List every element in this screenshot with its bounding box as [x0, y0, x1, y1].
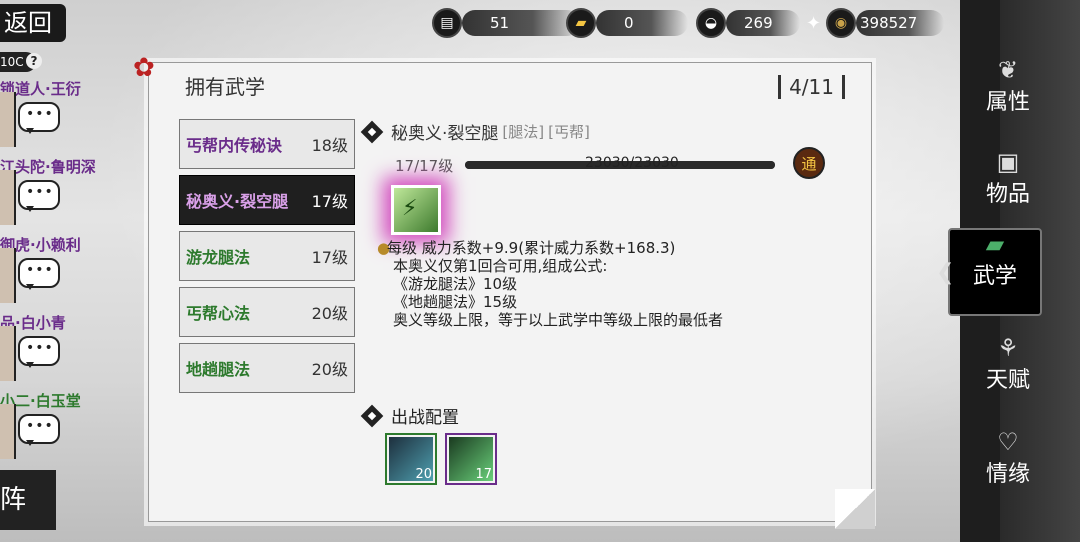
chat-bubble-icon[interactable] [18, 414, 60, 446]
currency-coin: ◉ 398527 [826, 8, 944, 38]
avatar[interactable] [0, 92, 16, 147]
diamond-icon [361, 405, 383, 427]
nav-label: 武学 [972, 264, 1017, 289]
detail-tag-type: [腿法] [502, 123, 545, 141]
desc-line: 《地趟腿法》15级 [393, 293, 518, 311]
knot-icon: ✿ [133, 53, 155, 83]
skill-item[interactable]: 游龙腿法 17级 [179, 231, 355, 281]
mastery-badge[interactable]: 通 [793, 147, 825, 179]
chat-bubble-icon[interactable] [18, 180, 60, 212]
desc-line: 《游龙腿法》10级 [393, 275, 518, 293]
skill-name: 游龙腿法 [186, 248, 251, 267]
level-text: 17/17级 [395, 157, 454, 175]
nav-label: 天赋 [985, 368, 1030, 393]
nav-talent[interactable]: ⚘ 天赋 [970, 334, 1046, 410]
nav-items[interactable]: ▣ 物品 [970, 148, 1046, 224]
character-sidebar: 锁道人·王衍 江头陀·鲁明深 御虎·小赖利 品·白小青 小二·白玉堂 [0, 70, 120, 470]
gold-bar-icon: ▰ [566, 8, 596, 38]
coin-icon: ◉ [826, 8, 856, 38]
silver-value: 269 [744, 14, 773, 32]
bamboo-value: 51 [490, 14, 510, 32]
gold-value: 0 [624, 14, 634, 32]
battle-slot[interactable]: 17 [445, 433, 497, 485]
exp-progress: 17/17级 23030/23030 通 [395, 147, 845, 179]
detail-title: 秘奥义·裂空腿 [腿法] [丐帮] [361, 119, 851, 144]
skill-item[interactable]: 丐帮心法 20级 [179, 287, 355, 337]
skill-count: 4/11 [778, 75, 845, 99]
skill-list: 丐帮内传秘诀 18级 秘奥义·裂空腿 17级 游龙腿法 17级 丐帮心法 20级… [179, 119, 355, 399]
branch-icon: ⚘ [997, 334, 1019, 362]
battle-config-title: 出战配置 [361, 403, 459, 428]
currency-bamboo: ▤ 51 [432, 8, 580, 38]
skill-name: 地趟腿法 [186, 360, 251, 379]
formation-button[interactable]: 阵 [0, 470, 56, 530]
skill-level: 20级 [311, 304, 348, 323]
silver-ingot-icon: ◒ [696, 8, 726, 38]
skill-level: 17级 [311, 248, 348, 267]
nav-label: 物品 [985, 182, 1030, 207]
skill-name: 丐帮心法 [186, 304, 251, 323]
page-fold-corner [835, 489, 875, 529]
battle-config-label: 出战配置 [391, 408, 459, 428]
desc-line: 每级 威力系数+9.9(累计威力系数+168.3) [387, 239, 676, 257]
nav-label: 情缘 [985, 462, 1030, 487]
nav-label: 属性 [985, 90, 1030, 115]
detail-tag-sect: [丐帮] [548, 123, 590, 141]
bamboo-icon: ▤ [432, 8, 462, 38]
skill-name: 秘奥义·裂空腿 [186, 192, 289, 211]
page-title: 拥有武学 [185, 75, 265, 99]
chat-bubble-icon[interactable] [18, 336, 60, 368]
slot-level: 20 [415, 467, 432, 482]
skill-level: 20级 [311, 360, 348, 379]
detail-skill-name: 秘奥义·裂空腿 [391, 124, 499, 144]
battle-slots: 20 17 [385, 433, 497, 485]
skill-level: 17级 [311, 192, 348, 211]
desc-line: 奥义等级上限，等于以上武学中等级上限的最低者 [393, 311, 724, 329]
slot-level: 17 [475, 467, 492, 482]
currency-silver: ◒ 269 ✦ [696, 8, 821, 38]
help-icon[interactable]: ? [26, 53, 42, 69]
exp-text: 23030/23030 [585, 155, 679, 171]
skill-level: 18级 [311, 136, 348, 155]
skill-name: 丐帮内传秘诀 [186, 136, 283, 155]
coin-value: 398527 [860, 14, 918, 32]
nav-attributes[interactable]: ❦ 属性 [970, 56, 1046, 132]
avatar[interactable] [0, 404, 16, 459]
box-icon: ▣ [996, 148, 1020, 176]
heart-icon: ♡ [997, 428, 1019, 456]
currency-gold: ▰ 0 ✦ [566, 8, 709, 38]
skill-description: ●每级 威力系数+9.9(累计威力系数+168.3) 本奥义仅第1回合可用,组成… [377, 239, 723, 329]
nav-martial-arts[interactable]: ❮ ▰ 武学 [936, 228, 1042, 316]
avatar[interactable] [0, 248, 16, 303]
chat-bubble-icon[interactable] [18, 258, 60, 290]
skill-item[interactable]: 丐帮内传秘诀 18级 [179, 119, 355, 169]
skill-icon[interactable]: ⚡ [391, 185, 441, 235]
battle-slot[interactable]: 20 [385, 433, 437, 485]
silver-add-icon[interactable]: ✦ [806, 13, 821, 34]
chat-bubble-icon[interactable] [18, 102, 60, 134]
avatar[interactable] [0, 170, 16, 225]
book-icon: ▰ [985, 230, 1005, 258]
avatar[interactable] [0, 326, 16, 381]
bullet-icon: ● [377, 239, 391, 257]
seal-icon: ❦ [997, 56, 1019, 84]
skill-item[interactable]: 地趟腿法 20级 [179, 343, 355, 393]
nav-relationship[interactable]: ♡ 情缘 [970, 428, 1046, 504]
back-button[interactable]: 返回 [0, 4, 66, 42]
skill-detail: 秘奥义·裂空腿 [腿法] [丐帮] 17/17级 23030/23030 通 ⚡… [361, 119, 851, 485]
desc-line: 本奥义仅第1回合可用,组成公式: [393, 257, 608, 275]
skill-item-selected[interactable]: 秘奥义·裂空腿 17级 [179, 175, 355, 225]
chevron-left-icon: ❮ [936, 260, 955, 285]
right-nav: ❦ 属性 ▣ 物品 ❮ ▰ 武学 ⚘ 天赋 ♡ 情缘 [936, 0, 1080, 542]
martial-arts-panel: ✿ 拥有武学 4/11 丐帮内传秘诀 18级 秘奥义·裂空腿 17级 游龙腿法 … [133, 53, 875, 529]
diamond-icon [361, 121, 383, 143]
